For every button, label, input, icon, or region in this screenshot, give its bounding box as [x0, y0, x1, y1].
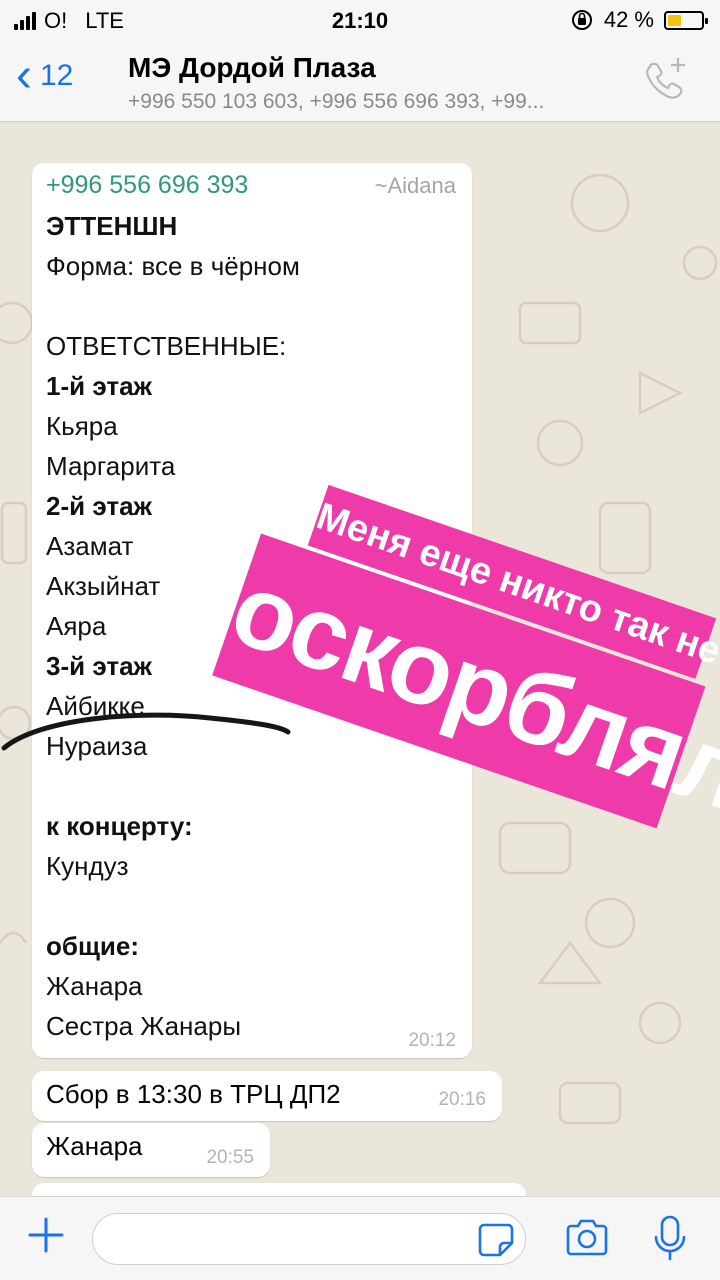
message-line: ОТВЕТСТВЕННЫЕ:: [46, 331, 287, 361]
message-line: 2-й этаж: [46, 491, 152, 521]
message-line: Акзыйнат: [46, 571, 161, 601]
chat-title[interactable]: МЭ Дордой Плаза: [128, 52, 376, 84]
battery-icon: [664, 10, 708, 30]
message-line: 1-й этаж: [46, 371, 152, 401]
message-line: к концерту:: [46, 811, 193, 841]
battery-level-fill: [668, 14, 682, 26]
sender-name: ~Aidana: [374, 173, 456, 198]
input-bar: [0, 1196, 720, 1280]
unread-count: 12: [39, 59, 74, 92]
message-line: Кундуз: [46, 851, 129, 881]
message-line: Азамат: [46, 531, 134, 561]
status-bar: O! LTE 21:10 42 %: [0, 0, 720, 40]
chat-participants[interactable]: +996 550 103 603, +996 556 696 393, +99.…: [128, 90, 544, 114]
plus-icon[interactable]: [24, 1213, 68, 1257]
message-bubble[interactable]: Сбор в 13:30 в ТРЦ ДП2 20:16: [32, 1071, 502, 1121]
message-line: Кьяра: [46, 411, 118, 441]
camera-icon[interactable]: [564, 1215, 610, 1261]
message-line: Сестра Жанары: [46, 1011, 242, 1041]
message-line: общие:: [46, 931, 139, 961]
chevron-left-icon: ‹: [16, 49, 32, 102]
microphone-icon[interactable]: [650, 1213, 690, 1263]
message-time: 20:55: [206, 1147, 254, 1168]
back-button[interactable]: ‹ 12: [16, 49, 74, 102]
sender-phone[interactable]: +996 556 696 393: [46, 171, 248, 200]
add-call-icon[interactable]: [640, 54, 690, 104]
sticker-icon[interactable]: [476, 1219, 516, 1259]
message-line: Форма: все в чёрном: [46, 251, 300, 281]
message-text: Сбор в 13:30 в ТРЦ ДП2: [46, 1079, 341, 1109]
battery-percent: 42 %: [603, 7, 654, 32]
message-bubble[interactable]: [32, 1183, 526, 1196]
message-line: Аяра: [46, 611, 107, 641]
message-line: ЭТТЕНШН: [46, 211, 178, 241]
message-time: 20:16: [438, 1089, 486, 1110]
message-time: 20:12: [408, 1030, 456, 1051]
chat-header: ‹ 12 МЭ Дордой Плаза +996 550 103 603, +…: [0, 40, 720, 122]
chat-area[interactable]: +996 556 696 393 ~Aidana ЭТТЕНШН Форма: в…: [0, 123, 720, 1196]
message-input[interactable]: [92, 1213, 526, 1265]
message-line: Маргарита: [46, 451, 176, 481]
message-text: Жанара: [46, 1131, 143, 1161]
orientation-lock-icon: [571, 10, 592, 30]
message-line: Жанара: [46, 971, 143, 1001]
status-right: 42 %: [570, 7, 708, 33]
message-bubble[interactable]: Жанара 20:55: [32, 1123, 270, 1177]
message-line: 3-й этаж: [46, 651, 152, 681]
